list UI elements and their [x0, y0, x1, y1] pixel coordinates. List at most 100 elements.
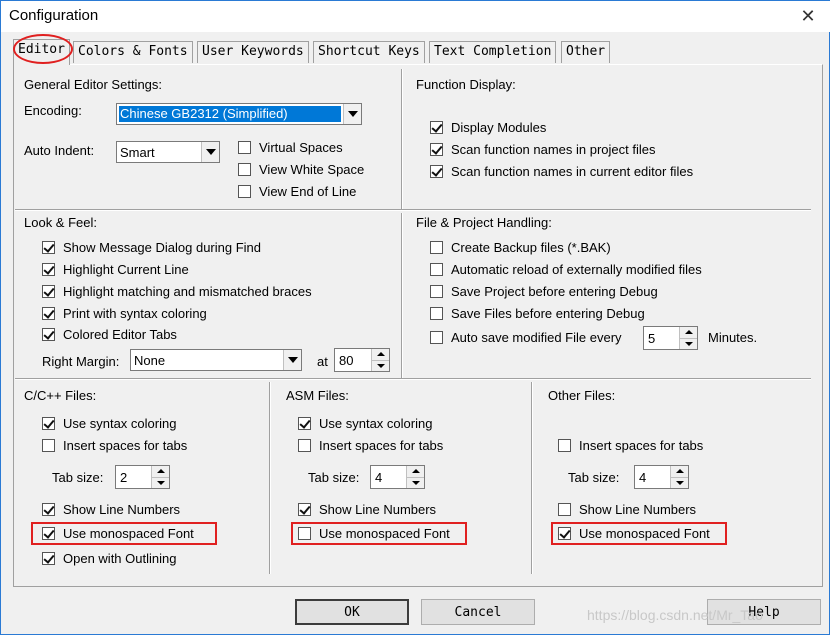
- checkbox-box[interactable]: [430, 330, 443, 344]
- tab-other[interactable]: Other: [561, 41, 611, 63]
- spinner-up-icon[interactable]: [407, 466, 424, 477]
- checkbox-box[interactable]: [42, 306, 55, 320]
- chevron-down-icon[interactable]: [283, 350, 301, 370]
- auto-save-spinner[interactable]: 5: [643, 326, 698, 350]
- asm-files-heading: ASM Files:: [286, 388, 349, 403]
- checkbox-virtual-spaces[interactable]: Virtual Spaces: [238, 138, 343, 156]
- checkbox-box[interactable]: [42, 240, 55, 254]
- spinner-up-icon[interactable]: [152, 466, 169, 477]
- checkbox-box[interactable]: [430, 142, 443, 156]
- other-tab-size-spinner[interactable]: 4: [634, 465, 689, 489]
- right-margin-column-spinner[interactable]: 80: [334, 348, 390, 372]
- spinner-down-icon[interactable]: [680, 337, 697, 349]
- checkbox-box[interactable]: [298, 438, 311, 452]
- checkbox-print-syntax-coloring[interactable]: Print with syntax coloring: [42, 304, 207, 322]
- cancel-button[interactable]: Cancel: [421, 599, 535, 625]
- checkbox-cpp-monospaced[interactable]: Use monospaced Font: [42, 524, 194, 542]
- function-display-heading: Function Display:: [416, 77, 516, 92]
- checkbox-box[interactable]: [558, 438, 571, 452]
- separator: [269, 382, 271, 574]
- checkbox-label: Show Line Numbers: [319, 501, 437, 517]
- encoding-select[interactable]: Chinese GB2312 (Simplified): [116, 103, 362, 125]
- tab-shortcut-keys[interactable]: Shortcut Keys: [313, 41, 425, 63]
- checkbox-box[interactable]: [42, 438, 55, 452]
- checkbox-box[interactable]: [42, 327, 55, 341]
- checkbox-box[interactable]: [430, 284, 443, 298]
- checkbox-label: Use monospaced Font: [319, 525, 450, 541]
- chevron-down-icon[interactable]: [201, 142, 219, 162]
- checkbox-display-modules[interactable]: Display Modules: [430, 118, 546, 136]
- spinner-up-icon[interactable]: [680, 327, 697, 338]
- tab-colors-fonts[interactable]: Colors & Fonts: [73, 41, 193, 63]
- checkbox-asm-line-numbers[interactable]: Show Line Numbers: [298, 500, 436, 518]
- checkbox-box[interactable]: [430, 164, 443, 178]
- look-feel-heading: Look & Feel:: [24, 215, 97, 230]
- checkbox-box[interactable]: [42, 551, 55, 565]
- spinner-down-icon[interactable]: [407, 476, 424, 488]
- checkbox-box[interactable]: [42, 416, 55, 430]
- checkbox-box[interactable]: [430, 240, 443, 254]
- checkbox-auto-reload[interactable]: Automatic reload of externally modified …: [430, 260, 702, 278]
- checkbox-box[interactable]: [298, 526, 311, 540]
- checkbox-view-end-of-line[interactable]: View End of Line: [238, 182, 356, 200]
- checkbox-label: Show Line Numbers: [579, 501, 697, 517]
- spinner-down-icon[interactable]: [372, 359, 389, 371]
- checkbox-highlight-current-line[interactable]: Highlight Current Line: [42, 260, 189, 278]
- checkbox-cpp-syntax-coloring[interactable]: Use syntax coloring: [42, 414, 176, 432]
- close-icon[interactable]: ✕: [793, 5, 823, 29]
- checkbox-save-files-debug[interactable]: Save Files before entering Debug: [430, 304, 645, 322]
- checkbox-other-line-numbers[interactable]: Show Line Numbers: [558, 500, 696, 518]
- checkbox-view-white-space[interactable]: View White Space: [238, 160, 364, 178]
- tab-user-keywords[interactable]: User Keywords: [197, 41, 309, 63]
- auto-indent-select[interactable]: Smart: [116, 141, 220, 163]
- checkbox-colored-editor-tabs[interactable]: Colored Editor Tabs: [42, 325, 177, 343]
- checkbox-label: Virtual Spaces: [259, 139, 343, 155]
- checkbox-cpp-outlining[interactable]: Open with Outlining: [42, 549, 176, 567]
- checkbox-label: View White Space: [259, 161, 365, 177]
- checkbox-box[interactable]: [42, 526, 55, 540]
- checkbox-box[interactable]: [298, 502, 311, 516]
- checkbox-box[interactable]: [238, 140, 251, 154]
- spinner-down-icon[interactable]: [671, 476, 688, 488]
- checkbox-asm-syntax-coloring[interactable]: Use syntax coloring: [298, 414, 432, 432]
- checkbox-label: Use syntax coloring: [319, 415, 433, 431]
- checkbox-box[interactable]: [42, 262, 55, 276]
- checkbox-scan-project-files[interactable]: Scan function names in project files: [430, 140, 656, 158]
- tab-editor[interactable]: Editor: [13, 39, 70, 65]
- right-margin-select[interactable]: None: [130, 349, 302, 371]
- checkbox-box[interactable]: [298, 416, 311, 430]
- checkbox-box[interactable]: [430, 306, 443, 320]
- checkbox-box[interactable]: [42, 284, 55, 298]
- configuration-dialog: Configuration ✕ Editor Colors & Fonts Us…: [0, 0, 830, 635]
- ok-button[interactable]: OK: [295, 599, 409, 625]
- spinner-up-icon[interactable]: [671, 466, 688, 477]
- cpp-tab-size-spinner[interactable]: 2: [115, 465, 170, 489]
- checkbox-label: Print with syntax coloring: [63, 305, 207, 321]
- checkbox-box[interactable]: [558, 502, 571, 516]
- asm-tab-size-spinner[interactable]: 4: [370, 465, 425, 489]
- checkbox-asm-insert-spaces[interactable]: Insert spaces for tabs: [298, 436, 443, 454]
- checkbox-box[interactable]: [42, 502, 55, 516]
- spinner-down-icon[interactable]: [152, 476, 169, 488]
- checkbox-box[interactable]: [558, 526, 571, 540]
- checkbox-box[interactable]: [430, 120, 443, 134]
- checkbox-other-insert-spaces[interactable]: Insert spaces for tabs: [558, 436, 703, 454]
- chevron-down-icon[interactable]: [343, 104, 361, 124]
- checkbox-other-monospaced[interactable]: Use monospaced Font: [558, 524, 710, 542]
- checkbox-auto-save[interactable]: Auto save modified File every: [430, 328, 622, 346]
- checkbox-highlight-braces[interactable]: Highlight matching and mismatched braces: [42, 282, 312, 300]
- checkbox-asm-monospaced[interactable]: Use monospaced Font: [298, 524, 450, 542]
- tab-text-completion[interactable]: Text Completion: [429, 41, 557, 63]
- checkbox-scan-editor-files[interactable]: Scan function names in current editor fi…: [430, 162, 693, 180]
- checkbox-box[interactable]: [430, 262, 443, 276]
- spinner-up-icon[interactable]: [372, 349, 389, 360]
- checkbox-save-project-debug[interactable]: Save Project before entering Debug: [430, 282, 658, 300]
- checkbox-box[interactable]: [238, 184, 251, 198]
- checkbox-label: Highlight matching and mismatched braces: [63, 283, 312, 299]
- checkbox-label: Use monospaced Font: [63, 525, 194, 541]
- checkbox-show-message-dialog[interactable]: Show Message Dialog during Find: [42, 238, 261, 256]
- checkbox-create-backup[interactable]: Create Backup files (*.BAK): [430, 238, 611, 256]
- checkbox-cpp-line-numbers[interactable]: Show Line Numbers: [42, 500, 180, 518]
- checkbox-box[interactable]: [238, 162, 251, 176]
- checkbox-cpp-insert-spaces[interactable]: Insert spaces for tabs: [42, 436, 187, 454]
